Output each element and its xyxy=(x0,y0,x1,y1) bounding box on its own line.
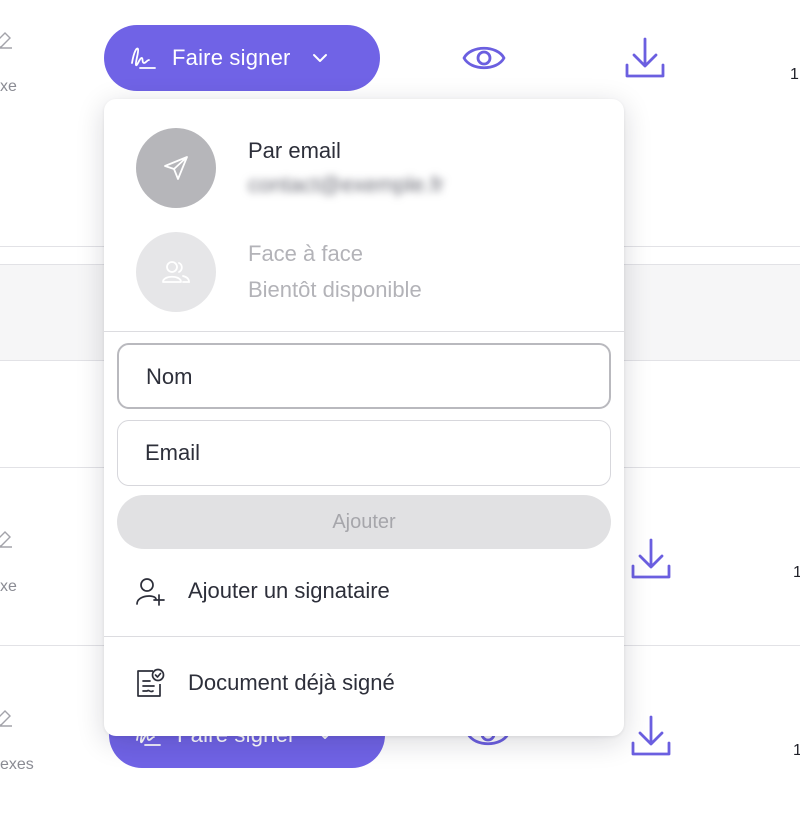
annexe-label: exes xyxy=(0,756,34,773)
count-label: 1 xyxy=(793,742,800,759)
email-option-circle xyxy=(136,128,216,208)
eye-icon[interactable] xyxy=(460,34,508,82)
download-icon[interactable] xyxy=(627,535,675,583)
add-signer-label: Ajouter un signataire xyxy=(188,578,390,603)
name-input[interactable]: Nom xyxy=(117,343,611,409)
add-signer-item[interactable]: Ajouter un signataire xyxy=(134,571,390,611)
signed-document-icon xyxy=(137,668,165,697)
users-icon xyxy=(162,261,190,283)
already-signed-item[interactable]: Document déjà signé xyxy=(134,663,395,703)
faire-signer-button[interactable]: Faire signer xyxy=(104,25,380,91)
ajouter-button[interactable]: Ajouter xyxy=(117,495,611,549)
user-plus-icon xyxy=(136,578,165,606)
eraser-icon[interactable] xyxy=(0,704,16,728)
option-email-title: Par email xyxy=(248,138,341,163)
count-label: 1 xyxy=(793,564,800,581)
face-option-circle xyxy=(136,232,216,312)
option-par-email[interactable]: Par email contact@exemple.fr xyxy=(104,127,624,217)
paper-plane-icon xyxy=(164,156,188,180)
option-face-a-face: Face à face Bientôt disponible xyxy=(104,232,624,322)
annexe-label: xe xyxy=(0,578,17,595)
option-face-title: Face à face xyxy=(248,241,363,266)
option-face-sub: Bientôt disponible xyxy=(248,277,422,302)
option-email-address: contact@exemple.fr xyxy=(248,172,444,197)
email-input[interactable]: Email xyxy=(117,420,611,486)
signature-icon xyxy=(131,47,156,69)
annexe-label: xe xyxy=(0,78,17,95)
chevron-down-icon xyxy=(312,54,327,62)
faire-signer-label: Faire signer xyxy=(172,45,291,70)
menu-divider xyxy=(104,331,624,332)
eraser-icon[interactable] xyxy=(0,525,16,549)
signature-method-dropdown: Par email contact@exemple.fr Face à face… xyxy=(104,99,624,736)
menu-divider xyxy=(104,636,624,637)
download-icon[interactable] xyxy=(627,712,675,760)
count-label: 1 xyxy=(790,66,799,83)
download-icon[interactable] xyxy=(621,34,669,82)
already-signed-label: Document déjà signé xyxy=(188,670,395,695)
eraser-icon[interactable] xyxy=(0,26,16,50)
